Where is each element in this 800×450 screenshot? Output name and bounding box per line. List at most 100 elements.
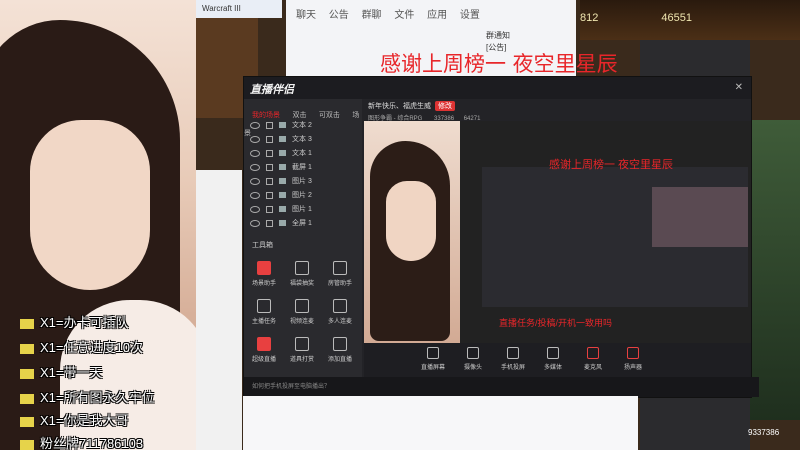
screen-capture-button[interactable]: 直播屏幕 (414, 347, 452, 371)
task-icon (257, 299, 271, 313)
scene-item[interactable]: 全屏 1 (248, 217, 358, 231)
image-icon (279, 206, 286, 213)
game-gold: 46551 (661, 12, 693, 24)
tool-props[interactable]: 道具打赏 (284, 337, 320, 363)
bottom-toolbar: 直播屏幕 摄像头 手机投屏 多媒体 麦克风 扬声器 (364, 343, 751, 377)
tab-notice[interactable]: 公告 (329, 10, 349, 21)
chat-column (196, 170, 242, 450)
chat-input-area[interactable] (243, 396, 638, 450)
tool-super-live[interactable]: 超级直播 (246, 337, 282, 363)
command-line: X1=你是我大哥 (20, 410, 129, 429)
eye-icon[interactable] (250, 135, 260, 143)
penguin-icon (20, 439, 34, 450)
speaker-button[interactable]: 扬声器 (614, 347, 652, 371)
face (30, 120, 150, 290)
nested-thanks-banner: 感谢上周榜一 夜空里星辰 (549, 159, 674, 171)
lock-icon[interactable] (266, 219, 273, 227)
text-icon (279, 122, 286, 129)
tool-scene-assistant[interactable]: 场景助手 (246, 261, 282, 287)
preview-header: 新年快乐、福虎生威 修改 (368, 101, 455, 111)
tab-chat[interactable]: 聊天 (296, 10, 316, 21)
scene-item[interactable]: 文本 1 (248, 147, 358, 161)
gift-icon (20, 318, 34, 329)
status-bar[interactable]: 如何把手机投屏至电脑播出？ (244, 377, 759, 397)
speaker-icon (627, 347, 639, 359)
preview-webcam (364, 121, 460, 343)
microphone-icon (587, 347, 599, 359)
lock-icon[interactable] (266, 191, 273, 199)
hero-value: 9337386 (748, 428, 780, 437)
tab-apps[interactable]: 应用 (427, 10, 447, 21)
eye-icon[interactable] (250, 177, 260, 185)
eye-icon[interactable] (250, 149, 260, 157)
scene-item[interactable]: 截屏 1 (248, 161, 358, 175)
text-icon (279, 136, 286, 143)
scene-item[interactable]: 文本 3 (248, 133, 358, 147)
tool-multi-link[interactable]: 多人连麦 (322, 299, 358, 325)
tool-anchor-task[interactable]: 主播任务 (246, 299, 282, 325)
gift-bag-icon (295, 261, 309, 275)
eye-icon[interactable] (250, 163, 260, 171)
command-line: X1=所有图永久牢位 (20, 387, 155, 406)
tools-label: 工具箱 (252, 242, 273, 249)
camera-button[interactable]: 摄像头 (454, 347, 492, 371)
play-icon (547, 347, 559, 359)
sidebar-tab[interactable]: 双击 (292, 112, 306, 119)
eye-icon[interactable] (250, 205, 260, 213)
media-button[interactable]: 多媒体 (534, 347, 572, 371)
lock-icon[interactable] (266, 135, 273, 143)
scene-item[interactable]: 文本 2 (248, 119, 358, 133)
command-line: X1=带一天 (20, 362, 103, 381)
edit-tag[interactable]: 修改 (435, 101, 455, 111)
screen-icon (427, 347, 439, 359)
tool-lucky-bag[interactable]: 福袋抽奖 (284, 261, 320, 287)
command-line: X1=任意进度10次 (20, 337, 143, 356)
game-res: 812 (580, 12, 599, 24)
eye-icon[interactable] (250, 121, 260, 129)
lock-icon[interactable] (266, 177, 273, 185)
scene-item[interactable]: 图片 1 (248, 203, 358, 217)
assistant-icon (257, 261, 271, 275)
nested-preview-window (652, 187, 748, 247)
scene-item[interactable]: 图片 3 (248, 175, 358, 189)
nested-app-preview (482, 167, 748, 307)
live-icon (257, 337, 271, 351)
lock-icon[interactable] (266, 149, 273, 157)
window-title: Warcraft III (196, 0, 282, 18)
webcam-feed: X1=办卡可插队 X1=任意进度10次 X1=带一天 X1=所有图永久牢位 X1… (0, 0, 196, 450)
game-resource-bar: 812 46551 (580, 12, 800, 30)
text-icon (279, 150, 286, 157)
chat-tabs: 聊天 公告 群聊 文件 应用 设置 (286, 6, 576, 26)
sidebar: 我的场景 双击 可双击 场景 文本 2 文本 3 文本 1 截屏 1 图片 3 … (244, 99, 362, 397)
gift-icon (20, 368, 34, 379)
gift-icon (20, 393, 34, 404)
lock-icon[interactable] (266, 163, 273, 171)
add-icon (333, 337, 347, 351)
image-icon (279, 178, 286, 185)
mic-button[interactable]: 麦克风 (574, 347, 612, 371)
eye-icon[interactable] (250, 191, 260, 199)
fan-badge: 粉丝牌711786103 (20, 433, 143, 450)
sidebar-tab[interactable]: 我的场景 (252, 112, 280, 119)
lock-icon[interactable] (266, 121, 273, 129)
live-preview: 感谢上周榜一 夜空里星辰 直播任务/投稿/开机一致用吗 (364, 121, 751, 343)
preview-face (386, 181, 436, 261)
eye-icon[interactable] (250, 219, 260, 227)
tab-group[interactable]: 群聊 (362, 10, 382, 21)
close-icon[interactable]: ✕ (735, 82, 743, 93)
tool-add-live[interactable]: 添加直播 (322, 337, 358, 363)
scene-item[interactable]: 图片 2 (248, 189, 358, 203)
gift-icon (20, 416, 34, 427)
phone-cast-button[interactable]: 手机投屏 (494, 347, 532, 371)
props-icon (295, 337, 309, 351)
lock-icon[interactable] (266, 205, 273, 213)
tool-video-link[interactable]: 视频连麦 (284, 299, 320, 325)
video-icon (295, 299, 309, 313)
camera-icon (467, 347, 479, 359)
streamer-app-window: 直播伴侣 ✕ 我的场景 双击 可双击 场景 文本 2 文本 3 文本 1 截屏 … (243, 76, 759, 398)
sidebar-tab[interactable]: 可双击 (319, 112, 340, 119)
tab-files[interactable]: 文件 (394, 10, 414, 21)
screenshot-icon (279, 164, 286, 171)
tab-settings[interactable]: 设置 (460, 10, 480, 21)
tool-room-admin[interactable]: 房管助手 (322, 261, 358, 287)
